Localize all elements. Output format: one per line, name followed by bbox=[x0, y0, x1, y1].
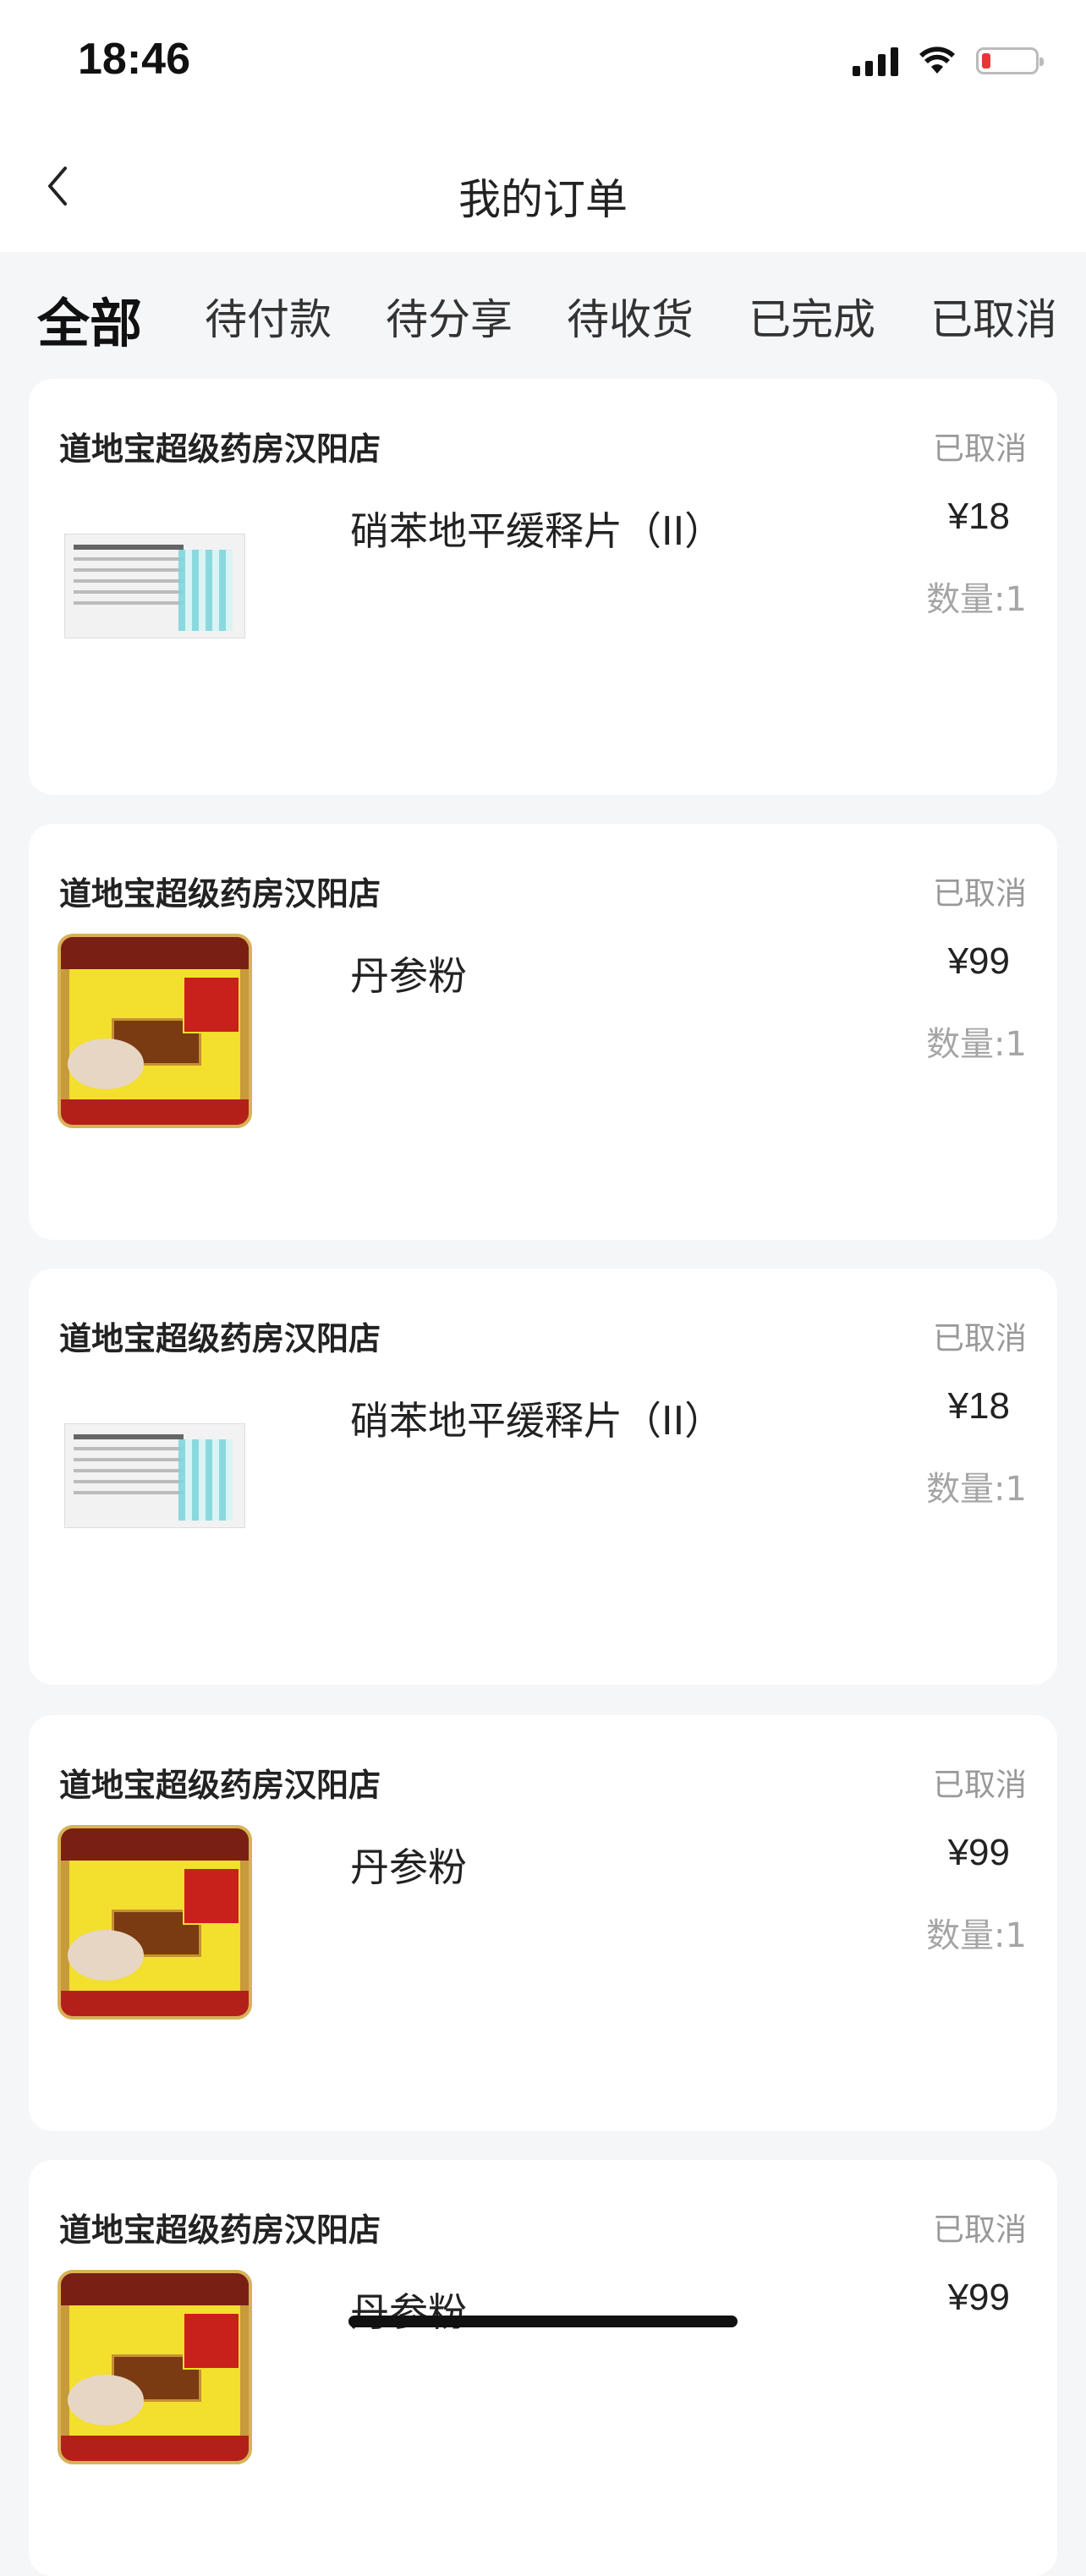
product-image[interactable] bbox=[58, 489, 252, 683]
product-quantity: 数量:1 bbox=[926, 1916, 1027, 1955]
order-status: 已取消 bbox=[933, 2212, 1027, 2248]
cellular-signal-icon bbox=[853, 46, 898, 76]
product-name[interactable]: 硝苯地平缓释片（II） bbox=[350, 501, 723, 556]
product-name[interactable]: 丹参粉 bbox=[350, 945, 467, 1001]
status-bar: 18:46 bbox=[0, 0, 1086, 127]
status-time: 18:46 bbox=[78, 35, 190, 84]
order-status: 已取消 bbox=[933, 1320, 1027, 1357]
order-card[interactable]: 道地宝超级药房汉阳店 已取消 丹参粉 ¥99 数量:1 bbox=[29, 1715, 1057, 2131]
product-quantity: 数量:1 bbox=[926, 1470, 1027, 1509]
product-price: ¥18 bbox=[947, 1385, 1010, 1427]
tab-all[interactable]: 全部 bbox=[37, 281, 142, 357]
danshen-powder-box-image bbox=[58, 2270, 252, 2464]
order-status: 已取消 bbox=[933, 875, 1027, 912]
tab-pending-payment[interactable]: 待付款 bbox=[205, 286, 332, 347]
order-card[interactable]: 道地宝超级药房汉阳店 已取消 硝苯地平缓释片（II） ¥18 数量:1 bbox=[29, 379, 1057, 795]
product-image[interactable] bbox=[58, 1378, 252, 1573]
product-name[interactable]: 丹参粉 bbox=[350, 2282, 467, 2338]
navigation-bar: 我的订单 bbox=[0, 127, 1086, 252]
product-image[interactable] bbox=[58, 2270, 252, 2464]
home-indicator[interactable] bbox=[348, 2316, 738, 2327]
danshen-powder-box-image bbox=[58, 1825, 252, 2020]
nifedipine-box-image bbox=[64, 1423, 245, 1528]
order-card[interactable]: 道地宝超级药房汉阳店 已取消 丹参粉 ¥99 数量:1 bbox=[29, 824, 1057, 1240]
product-quantity: 数量:1 bbox=[926, 1025, 1027, 1064]
order-card[interactable]: 道地宝超级药房汉阳店 已取消 硝苯地平缓释片（II） ¥18 数量:1 bbox=[29, 1269, 1057, 1685]
product-image[interactable] bbox=[58, 1825, 252, 2020]
order-status: 已取消 bbox=[933, 1767, 1027, 1803]
product-price: ¥99 bbox=[947, 940, 1010, 982]
product-price: ¥99 bbox=[947, 1832, 1010, 1873]
battery-icon bbox=[976, 47, 1044, 74]
product-price: ¥99 bbox=[947, 2277, 1010, 2318]
tab-pending-receipt[interactable]: 待收货 bbox=[567, 286, 694, 347]
product-quantity: 数量:1 bbox=[926, 580, 1027, 619]
product-name[interactable]: 丹参粉 bbox=[350, 1837, 467, 1893]
product-image[interactable] bbox=[58, 934, 252, 1128]
order-status: 已取消 bbox=[933, 430, 1027, 467]
danshen-powder-box-image bbox=[58, 934, 252, 1128]
tab-completed[interactable]: 已完成 bbox=[749, 286, 875, 347]
store-name[interactable]: 道地宝超级药房汉阳店 bbox=[59, 2204, 381, 2250]
store-name[interactable]: 道地宝超级药房汉阳店 bbox=[59, 1759, 381, 1806]
nifedipine-box-image bbox=[64, 534, 245, 639]
wifi-icon bbox=[919, 47, 955, 74]
store-name[interactable]: 道地宝超级药房汉阳店 bbox=[59, 868, 381, 914]
tab-cancelled[interactable]: 已取消 bbox=[930, 286, 1057, 347]
store-name[interactable]: 道地宝超级药房汉阳店 bbox=[59, 1313, 381, 1359]
store-name[interactable]: 道地宝超级药房汉阳店 bbox=[59, 423, 381, 469]
product-price: ¥18 bbox=[947, 496, 1010, 537]
tab-pending-share[interactable]: 待分享 bbox=[386, 286, 513, 347]
status-icons bbox=[853, 46, 1044, 76]
order-filter-tabs: 全部 待付款 待分享 待收货 已完成 已取消 bbox=[0, 252, 1086, 379]
page-title: 我的订单 bbox=[458, 175, 628, 224]
order-card[interactable]: 道地宝超级药房汉阳店 已取消 丹参粉 ¥99 bbox=[29, 2160, 1057, 2576]
product-name[interactable]: 硝苯地平缓释片（II） bbox=[350, 1390, 723, 1446]
